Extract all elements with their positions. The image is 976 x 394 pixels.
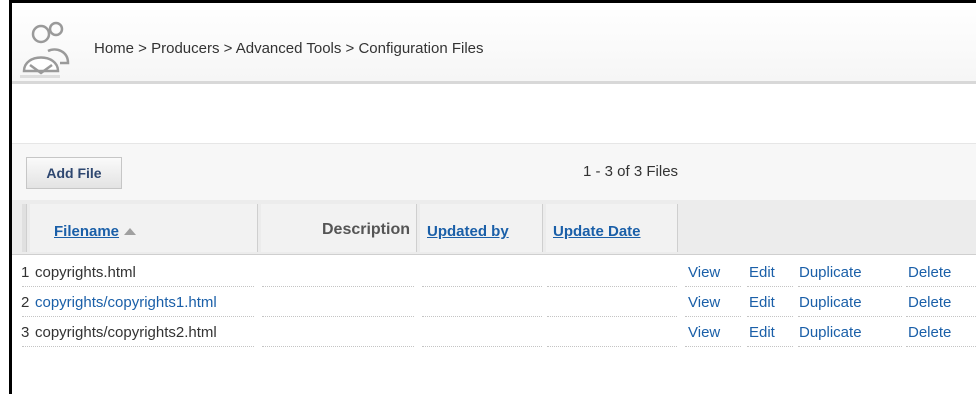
- row-filename: copyrights/copyrights2.html: [35, 324, 217, 341]
- filename-sort-link[interactable]: Filename: [54, 223, 119, 240]
- row-filename-link[interactable]: copyrights/copyrights1.html: [35, 294, 217, 311]
- toolbar: Add File 1 - 3 of 3 Files: [12, 143, 976, 200]
- sort-ascending-icon: [124, 228, 137, 235]
- description-column-header: Description: [261, 204, 417, 252]
- duplicate-link[interactable]: Duplicate: [799, 324, 862, 341]
- delete-link[interactable]: Delete: [908, 294, 951, 311]
- update-date-column-header[interactable]: Update Date: [546, 204, 678, 252]
- table-row: 3 copyrights/copyrights2.html View Edit …: [12, 317, 976, 347]
- delete-link[interactable]: Delete: [908, 324, 951, 341]
- duplicate-link[interactable]: Duplicate: [799, 264, 862, 281]
- file-count: 1 - 3 of 3 Files: [583, 163, 679, 180]
- description-label: Description: [321, 221, 410, 238]
- edit-link[interactable]: Edit: [749, 294, 775, 311]
- view-link[interactable]: View: [688, 324, 720, 341]
- row-index: 1: [21, 264, 30, 281]
- filename-column-header[interactable]: Filename: [30, 204, 258, 252]
- row-filename: copyrights.html: [35, 264, 136, 281]
- edit-link[interactable]: Edit: [749, 324, 775, 341]
- view-link[interactable]: View: [688, 264, 720, 281]
- index-column-header: [22, 204, 27, 252]
- table-header: Filename Description Updated by Update D…: [12, 200, 976, 255]
- row-index: 2: [21, 294, 30, 311]
- app-frame: Home > Producers > Advanced Tools > Conf…: [9, 0, 976, 394]
- row-index: 3: [21, 324, 30, 341]
- edit-link[interactable]: Edit: [749, 264, 775, 281]
- delete-link[interactable]: Delete: [908, 264, 951, 281]
- breadcrumb: Home > Producers > Advanced Tools > Conf…: [94, 40, 484, 57]
- update-date-sort-link[interactable]: Update Date: [553, 223, 641, 240]
- page-header: Home > Producers > Advanced Tools > Conf…: [12, 3, 976, 84]
- duplicate-link[interactable]: Duplicate: [799, 294, 862, 311]
- view-link[interactable]: View: [688, 294, 720, 311]
- table-row: 1 copyrights.html View Edit Duplicate De…: [12, 257, 976, 287]
- updated-by-column-header[interactable]: Updated by: [420, 204, 543, 252]
- add-file-button[interactable]: Add File: [26, 157, 122, 189]
- users-icon: [20, 21, 70, 78]
- table-row: 2 copyrights/copyrights1.html View Edit …: [12, 287, 976, 317]
- updated-by-sort-link[interactable]: Updated by: [427, 223, 509, 240]
